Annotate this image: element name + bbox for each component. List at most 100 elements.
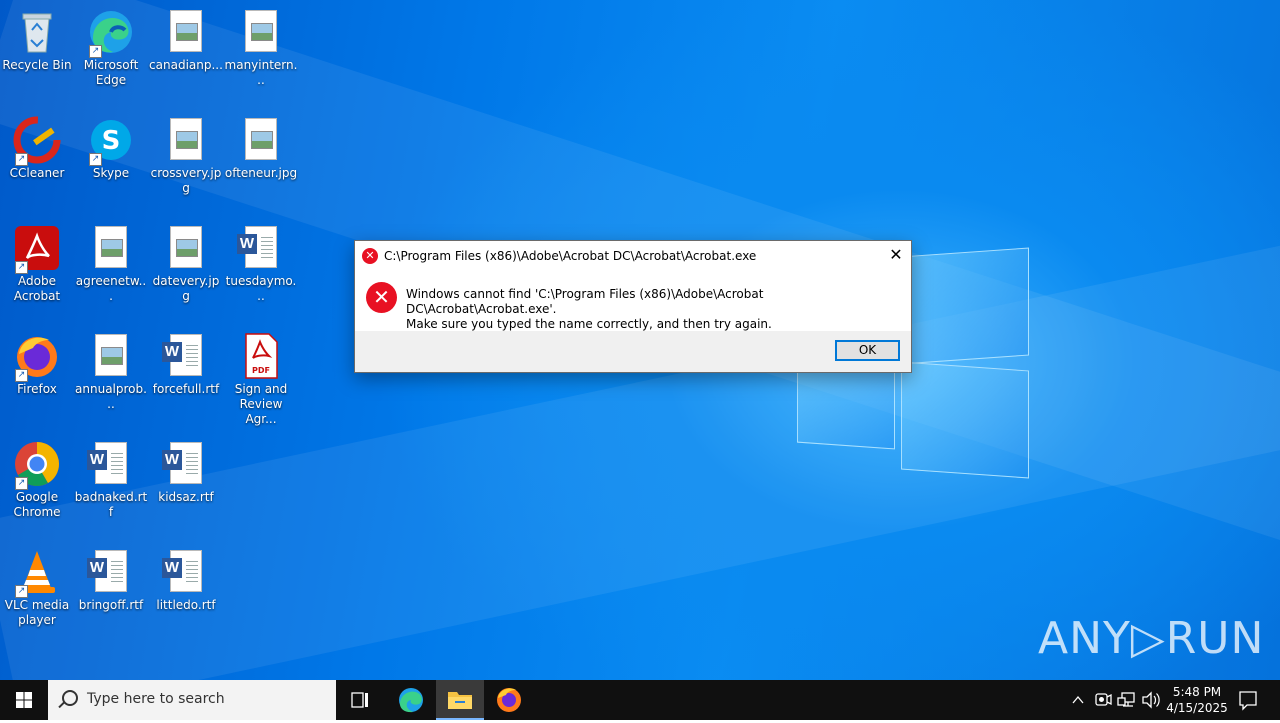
taskbar-clock[interactable]: 5:48 PM 4/15/2025 xyxy=(1166,684,1228,716)
desktop-icon-bringoff[interactable]: W bringoff.rtf xyxy=(74,542,148,613)
desktop-icon-datevery[interactable]: datevery.jpg xyxy=(149,218,223,304)
image-file-icon xyxy=(162,224,210,272)
shortcut-arrow-icon: ↗ xyxy=(89,153,102,166)
image-file-icon xyxy=(237,116,285,164)
shortcut-arrow-icon: ↗ xyxy=(89,45,102,58)
shortcut-arrow-icon: ↗ xyxy=(15,477,28,490)
desktop-icon-adobe-acrobat[interactable]: ↗ Adobe Acrobat xyxy=(0,218,74,304)
recycle-bin-icon xyxy=(13,8,61,56)
taskbar-app-firefox[interactable] xyxy=(485,680,533,720)
speaker-icon xyxy=(1142,691,1160,709)
tray-meet-now[interactable] xyxy=(1092,680,1114,720)
desktop-icon-annualprob[interactable]: annualprob... xyxy=(74,326,148,412)
show-hidden-icons-button[interactable] xyxy=(1068,680,1088,720)
desktop-icon-ofteneur[interactable]: ofteneur.jpg xyxy=(224,110,298,181)
image-file-icon xyxy=(87,224,135,272)
error-icon: ✕ xyxy=(362,248,378,264)
svg-text:PDF: PDF xyxy=(252,366,270,375)
shortcut-arrow-icon: ↗ xyxy=(15,261,28,274)
desktop-icon-littledo[interactable]: W littledo.rtf xyxy=(149,542,223,613)
dialog-footer: OK xyxy=(355,331,911,372)
icon-label: Firefox xyxy=(17,382,57,396)
image-file-icon xyxy=(162,116,210,164)
desktop-icon-google-chrome[interactable]: ↗ Google Chrome xyxy=(0,434,74,520)
notification-icon xyxy=(1239,691,1257,711)
desktop-icon-ccleaner[interactable]: ↗ CCleaner xyxy=(0,110,74,181)
taskbar-app-edge[interactable] xyxy=(387,680,435,720)
icon-label: badnaked.rtf xyxy=(74,490,148,519)
error-dialog: ✕ C:\Program Files (x86)\Adobe\Acrobat D… xyxy=(354,240,912,373)
dialog-titlebar[interactable]: ✕ C:\Program Files (x86)\Adobe\Acrobat D… xyxy=(355,241,911,271)
icon-label: manyintern... xyxy=(224,58,298,87)
edge-icon xyxy=(399,688,423,713)
icon-label: annualprob... xyxy=(75,382,147,411)
desktop-icon-skype[interactable]: S ↗ Skype xyxy=(74,110,148,181)
ccleaner-icon: ↗ xyxy=(13,116,61,166)
icon-label: bringoff.rtf xyxy=(78,598,144,612)
chevron-up-icon xyxy=(1072,695,1084,704)
task-view-button[interactable] xyxy=(336,680,384,720)
desktop-icon-forcefull[interactable]: W forcefull.rtf xyxy=(149,326,223,397)
network-icon xyxy=(1117,692,1135,707)
search-placeholder: Type here to search xyxy=(87,691,225,707)
icon-label: Microsoft Edge xyxy=(83,58,139,87)
clock-date: 4/15/2025 xyxy=(1166,701,1228,715)
task-view-icon xyxy=(351,692,368,708)
ok-button[interactable]: OK xyxy=(835,340,900,361)
word-file-icon: W xyxy=(237,224,285,272)
word-file-icon: W xyxy=(87,440,135,488)
action-center-button[interactable] xyxy=(1234,680,1262,720)
svg-text:S: S xyxy=(102,126,121,156)
image-file-icon xyxy=(237,8,285,56)
shortcut-arrow-icon: ↗ xyxy=(15,585,28,598)
icon-label: VLC media player xyxy=(4,598,70,627)
desktop-icon-manyintern[interactable]: manyintern... xyxy=(224,2,298,88)
desktop-icon-vlc[interactable]: ↗ VLC media player xyxy=(0,542,74,628)
desktop-icon-canadianp[interactable]: canadianp... xyxy=(149,2,223,73)
icon-label: Skype xyxy=(92,166,130,180)
shortcut-arrow-icon: ↗ xyxy=(15,369,28,382)
desktop-icon-microsoft-edge[interactable]: ↗ Microsoft Edge xyxy=(74,2,148,88)
start-button[interactable] xyxy=(0,680,48,720)
edge-icon: ↗ xyxy=(87,8,135,58)
taskbar: Type here to search 5:48 PM 4/15/2025 xyxy=(0,680,1280,720)
word-file-icon: W xyxy=(162,440,210,488)
close-button[interactable]: ✕ xyxy=(881,241,911,271)
search-icon xyxy=(62,690,78,706)
message-line-2: Make sure you typed the name correctly, … xyxy=(406,317,772,331)
webcam-icon xyxy=(1095,693,1112,706)
desktop-icon-recycle-bin[interactable]: Recycle Bin xyxy=(0,2,74,73)
tray-network[interactable] xyxy=(1116,680,1138,720)
icon-label: Sign and Review Agr... xyxy=(234,382,288,426)
error-icon-large: ✕ xyxy=(366,282,397,313)
icon-label: tuesdaymo... xyxy=(225,274,297,303)
vlc-icon: ↗ xyxy=(13,548,61,598)
dialog-message: Windows cannot find 'C:\Program Files (x… xyxy=(406,287,911,332)
icon-label: forcefull.rtf xyxy=(152,382,220,396)
desktop-icon-tuesdaymo[interactable]: W tuesdaymo... xyxy=(224,218,298,304)
message-line-1: Windows cannot find 'C:\Program Files (x… xyxy=(406,287,764,316)
pdf-file-icon: PDF xyxy=(237,332,285,380)
firefox-icon: ↗ xyxy=(13,332,61,382)
windows-start-icon xyxy=(16,692,32,708)
image-file-icon xyxy=(87,332,135,380)
taskbar-app-file-explorer[interactable] xyxy=(436,680,484,720)
firefox-icon xyxy=(497,688,521,712)
desktop-icon-firefox[interactable]: ↗ Firefox xyxy=(0,326,74,397)
desktop-icon-sign-and-review[interactable]: PDF Sign and Review Agr... xyxy=(224,326,298,427)
icon-label: crossvery.jpg xyxy=(150,166,222,195)
desktop-icon-badnaked[interactable]: W badnaked.rtf xyxy=(74,434,148,520)
icon-label: Adobe Acrobat xyxy=(13,274,61,303)
clock-time: 5:48 PM xyxy=(1172,685,1222,699)
taskbar-search-box[interactable]: Type here to search xyxy=(48,680,336,720)
tray-volume[interactable] xyxy=(1140,680,1162,720)
desktop-icon-kidsaz[interactable]: W kidsaz.rtf xyxy=(149,434,223,505)
dialog-title: C:\Program Files (x86)\Adobe\Acrobat DC\… xyxy=(384,249,757,263)
desktop-icon-crossvery[interactable]: crossvery.jpg xyxy=(149,110,223,196)
icon-label: ofteneur.jpg xyxy=(224,166,298,180)
anyrun-watermark: ANY▷RUN xyxy=(1038,613,1265,664)
image-file-icon xyxy=(162,8,210,56)
skype-icon: S ↗ xyxy=(87,116,135,166)
desktop-icon-agreenetw[interactable]: agreenetw... xyxy=(74,218,148,304)
icon-label: Recycle Bin xyxy=(2,58,72,72)
